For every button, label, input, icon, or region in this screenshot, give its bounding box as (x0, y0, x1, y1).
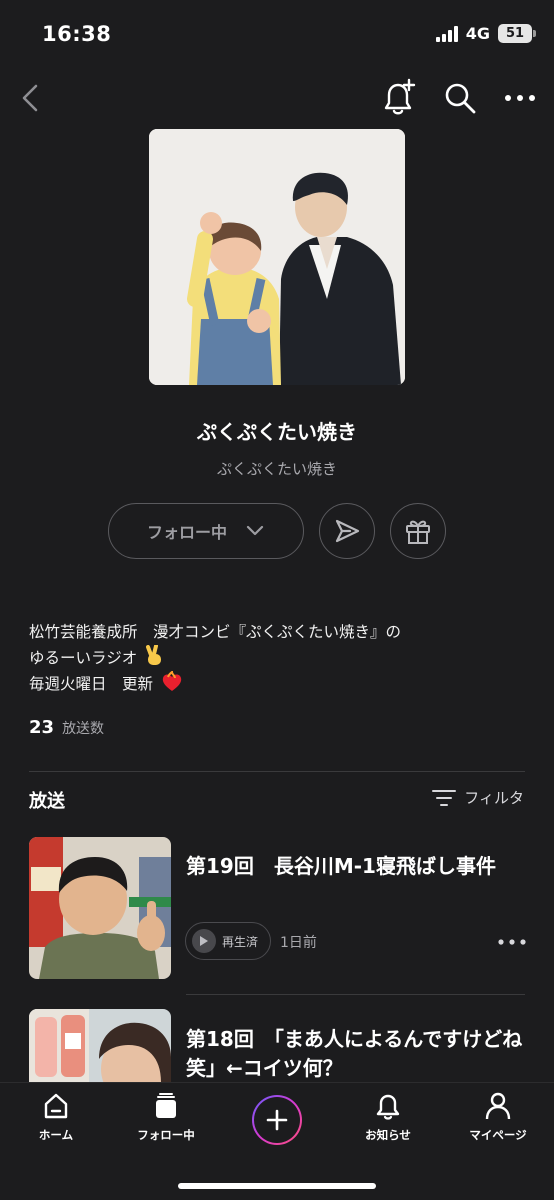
description-line-2-wrap: ゆるーいラジオ (29, 645, 529, 671)
play-icon (192, 929, 216, 953)
status-indicators: 4G 51 (435, 24, 536, 43)
create-button[interactable] (252, 1095, 302, 1145)
episode-title[interactable]: 第19回 長谷川M-1寝飛ばし事件 (186, 852, 526, 881)
section-title: 放送 (29, 791, 65, 812)
network-type: 4G (465, 24, 490, 43)
status-time: 16:38 (42, 22, 112, 46)
channel-description: 松竹芸能養成所 漫才コンビ『ぷくぷくたい焼き』の ゆるーいラジオ 毎週火曜日 更… (29, 619, 529, 697)
description-line-3-wrap: 毎週火曜日 更新 (29, 671, 529, 697)
description-line-1: 松竹芸能養成所 漫才コンビ『ぷくぷくたい焼き』の (29, 623, 402, 641)
episode-thumbnail[interactable] (29, 837, 171, 979)
tab-label: フォロー中 (137, 1128, 195, 1142)
episode-thumbnail[interactable] (29, 1009, 171, 1082)
burning-heart-icon (162, 671, 182, 691)
play-button[interactable]: 再生済 (185, 922, 271, 960)
nav-bar (0, 72, 554, 126)
play-status: 再生済 (222, 934, 259, 949)
battery-icon: 51 (498, 24, 536, 43)
plus-icon (254, 1097, 300, 1143)
bell-icon (376, 1094, 400, 1120)
home-indicator (178, 1183, 376, 1189)
channel-cover-image (149, 129, 405, 385)
gift-button[interactable] (390, 503, 446, 559)
gift-icon (406, 520, 430, 544)
episode-thumbnail-image (29, 837, 171, 979)
share-button[interactable] (319, 503, 375, 559)
channel-title: ぷくぷくたい焼き (197, 420, 357, 444)
divider (29, 771, 525, 772)
tab-mypage[interactable]: マイページ (448, 1091, 548, 1143)
follow-button[interactable]: フォロー中 (108, 503, 304, 559)
more-horizontal-icon[interactable] (500, 84, 540, 112)
tab-home[interactable]: ホーム (6, 1091, 106, 1143)
description-line-2: ゆるーいラジオ (29, 649, 138, 667)
episode-count: 23 (29, 717, 55, 738)
episode-title[interactable]: 第18回 「まあ人によるんですけどね笑」←コイツ何？ (186, 1025, 526, 1083)
person-icon (485, 1092, 511, 1120)
peace-sign-icon (146, 645, 162, 665)
filter-label: フィルタ (464, 789, 524, 807)
send-icon (335, 519, 360, 543)
episode-thumbnail-image (29, 1009, 171, 1082)
tab-label: マイページ (469, 1128, 527, 1142)
chevron-left-icon[interactable] (14, 78, 50, 118)
tab-notifications[interactable]: お知らせ (338, 1091, 438, 1143)
episode-stats: 23 放送数 (29, 717, 104, 738)
episode-count-label: 放送数 (62, 721, 105, 737)
follow-label: フォロー中 (146, 523, 227, 542)
search-icon[interactable] (442, 80, 478, 116)
cover-photo (149, 129, 405, 385)
divider (186, 994, 525, 995)
chevron-down-icon (246, 525, 264, 536)
tab-following[interactable]: フォロー中 (116, 1091, 216, 1143)
library-icon (156, 1093, 176, 1118)
signal-icon (435, 25, 458, 42)
description-line-3: 毎週火曜日 更新 (29, 675, 154, 693)
battery-level: 51 (505, 26, 525, 41)
tab-label: ホーム (38, 1128, 74, 1142)
more-horizontal-icon[interactable] (496, 934, 528, 950)
status-bar: 16:38 4G 51 (0, 0, 554, 70)
tab-label: お知らせ (365, 1128, 411, 1142)
episode-date: 1日前 (280, 935, 317, 951)
filter-button[interactable]: フィルタ (432, 787, 524, 808)
channel-author[interactable]: ぷくぷくたい焼き (0, 458, 554, 479)
tab-bar: ホーム フォロー中 お知らせ マイページ (0, 1082, 554, 1200)
home-icon (44, 1093, 68, 1119)
filter-icon (432, 789, 457, 806)
bell-plus-icon[interactable] (378, 78, 418, 118)
